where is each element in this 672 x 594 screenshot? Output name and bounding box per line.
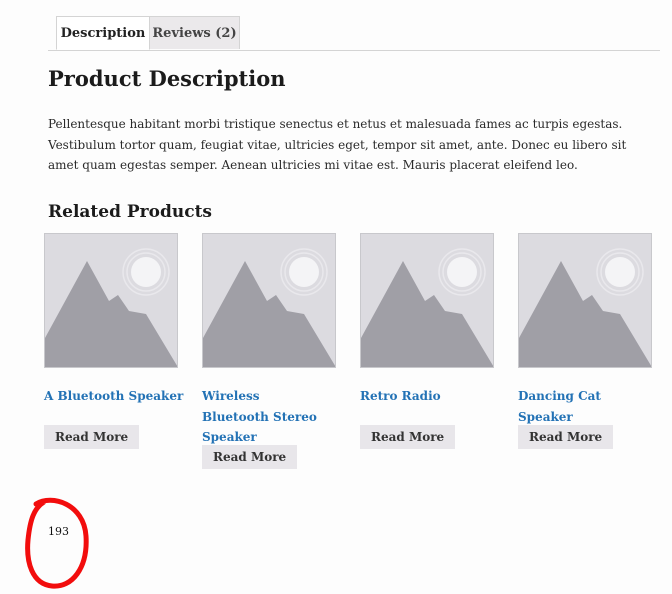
product-image[interactable] <box>44 233 178 368</box>
red-circle-annotation <box>25 497 89 589</box>
product-description-heading: Product Description <box>48 66 286 91</box>
placeholder-image-icon <box>361 248 493 367</box>
read-more-button[interactable]: Read More <box>202 445 298 469</box>
product-tabs: Description Reviews (2) <box>48 16 660 51</box>
related-products-heading: Related Products <box>48 202 212 222</box>
product-description-text: Pellentesque habitant morbi tristique se… <box>48 117 627 172</box>
product-title-link[interactable]: Wireless Bluetooth Stereo Speaker <box>202 386 327 448</box>
read-more-button[interactable]: Read More <box>360 425 456 449</box>
product-title-link[interactable]: A Bluetooth Speaker <box>44 386 184 407</box>
product-image[interactable] <box>518 233 652 368</box>
placeholder-image-icon <box>203 248 335 367</box>
read-more-button[interactable]: Read More <box>44 425 140 449</box>
product-image[interactable] <box>202 233 336 368</box>
product-title-link[interactable]: Retro Radio <box>360 386 500 407</box>
page-number: 193 <box>48 525 69 538</box>
placeholder-image-icon <box>519 248 651 367</box>
tab-reviews[interactable]: Reviews (2) <box>149 16 240 49</box>
placeholder-image-icon <box>45 248 177 367</box>
product-title-link[interactable]: Dancing Cat Speaker <box>518 386 658 427</box>
read-more-button[interactable]: Read More <box>518 425 614 449</box>
product-image[interactable] <box>360 233 494 368</box>
tab-description[interactable]: Description <box>56 16 150 50</box>
